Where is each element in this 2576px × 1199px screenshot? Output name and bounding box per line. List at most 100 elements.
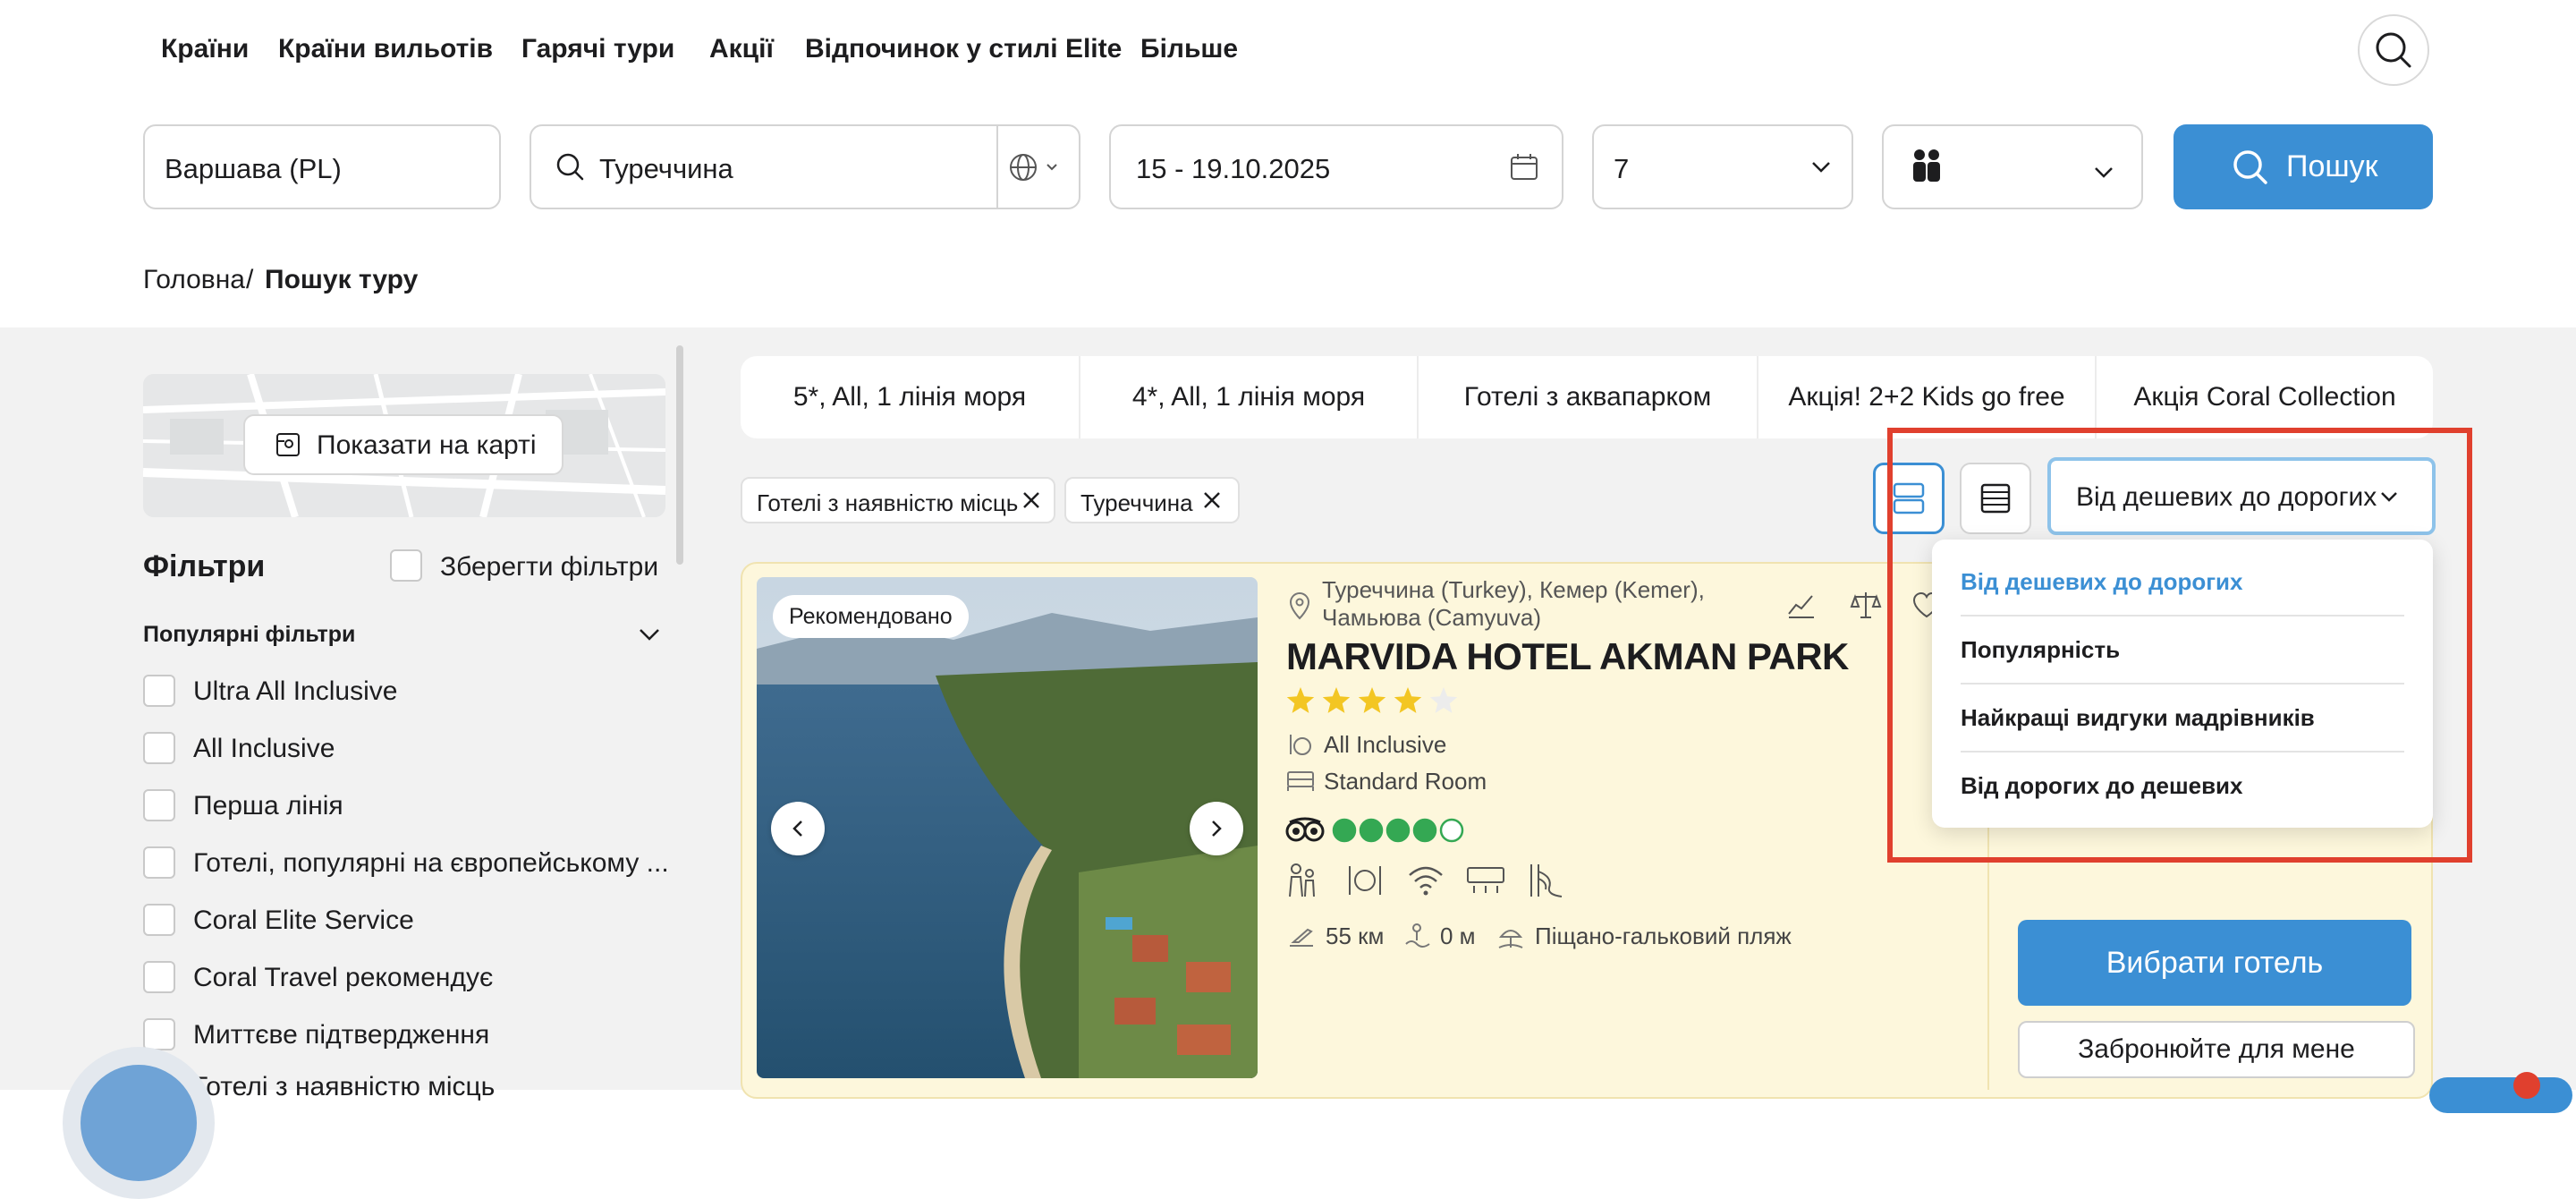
search-button[interactable]: Пошук <box>2174 124 2433 209</box>
beach-type: Піщано-гальковий пляж <box>1535 923 1792 949</box>
star-filled-icon <box>1286 687 1315 713</box>
tab-quick-filter[interactable]: 4*, All, 1 лінія моря <box>1080 356 1417 438</box>
chat-widget[interactable] <box>63 1047 215 1199</box>
filter-label: All Inclusive <box>193 734 335 763</box>
map-icon <box>276 433 300 456</box>
star-filled-icon <box>1322 687 1351 713</box>
photo-prev-button[interactable] <box>771 802 825 855</box>
airport-distance: 55 км <box>1326 923 1385 949</box>
show-on-map-button[interactable]: Показати на карті <box>243 414 564 475</box>
nights-select[interactable]: 7 <box>1592 124 1853 209</box>
beach-distance-icon <box>1405 923 1430 948</box>
rating-bubble-filled-icon <box>1332 818 1357 843</box>
filter-chip: Готелі з наявністю місць <box>741 477 1055 523</box>
nav-countries[interactable]: Країни <box>161 34 249 64</box>
nav-departure-countries[interactable]: Країни вильотів <box>278 34 493 64</box>
nav-promotions[interactable]: Акції <box>709 34 774 64</box>
popular-filters-title: Популярні фільтри <box>143 622 356 647</box>
search-icon <box>2376 32 2411 68</box>
photo-next-button[interactable] <box>1190 802 1243 855</box>
calendar-icon <box>1511 154 1538 180</box>
beach-type-icon <box>1498 930 1523 948</box>
breadcrumb-separator: / <box>246 265 254 294</box>
book-for-me-button[interactable]: Забронюйте для мене <box>2018 1021 2415 1078</box>
filter-checkbox[interactable] <box>143 846 175 879</box>
board-type: All Inclusive <box>1324 731 1447 758</box>
star-rating <box>1286 687 1458 713</box>
departure-field[interactable]: Варшава (PL) <box>143 124 501 209</box>
highlight-box <box>1887 428 2472 863</box>
dates-field[interactable]: 15 - 19.10.2025 <box>1109 124 1563 209</box>
filter-label: Миттєве підтвердження <box>193 1020 490 1050</box>
choose-hotel-button[interactable]: Вибрати готель <box>2018 920 2411 1006</box>
save-filters-checkbox[interactable] <box>390 549 422 582</box>
beach-distance: 0 м <box>1440 923 1476 949</box>
save-filters-label: Зберегти фільтри <box>440 552 659 582</box>
close-icon[interactable] <box>1021 490 1041 510</box>
chevron-down-icon <box>1812 162 1830 173</box>
filter-checkbox[interactable] <box>143 789 175 821</box>
nav-more[interactable]: Більше <box>1140 34 1238 64</box>
location-pin-icon <box>1289 591 1310 620</box>
hotel-photo[interactable] <box>757 577 1258 1078</box>
filter-checkbox[interactable] <box>143 1018 175 1050</box>
rating-bubble-empty-icon <box>1439 818 1464 843</box>
nav-hot-tours[interactable]: Гарячі тури <box>521 34 674 64</box>
kids-club-icon <box>1289 863 1315 897</box>
breadcrumb-current: Пошук туру <box>265 265 419 294</box>
filter-label: Готелі, популярні на європейському ... <box>193 848 669 878</box>
dates-value: 15 - 19.10.2025 <box>1136 153 1331 184</box>
tripadvisor-rating <box>1332 818 1464 843</box>
waterslide-icon <box>1530 864 1563 897</box>
filter-label: Coral Elite Service <box>193 906 414 935</box>
tab-quick-filter[interactable]: Акція! 2+2 Kids go free <box>1758 356 2095 438</box>
hotel-stars <box>1284 684 1463 719</box>
rating-bubble-filled-icon <box>1412 818 1437 843</box>
filter-checkbox[interactable] <box>143 732 175 764</box>
search-icon <box>556 153 584 181</box>
compare-icon[interactable] <box>1850 589 1882 621</box>
sidebar-scrollbar[interactable] <box>676 345 683 565</box>
chat-button[interactable] <box>2429 1072 2572 1113</box>
hotel-name[interactable]: MARVIDA HOTEL AKMAN PARK <box>1286 635 1849 678</box>
star-filled-icon <box>1358 687 1386 713</box>
filters-title: Фільтри <box>143 549 266 583</box>
star-filled-icon <box>1394 687 1422 713</box>
chevron-down-icon[interactable] <box>636 621 663 648</box>
meal-icon <box>1290 735 1311 755</box>
price-chart-icon[interactable] <box>1785 589 1818 621</box>
rating-bubble-filled-icon <box>1359 818 1384 843</box>
header-search-button[interactable] <box>2358 14 2429 86</box>
filter-label: Готелі з наявністю місць <box>193 1072 496 1101</box>
nav-elite[interactable]: Відпочинок у стилі Elite <box>805 34 1122 64</box>
filter-chip-label: Туреччина <box>1080 489 1193 516</box>
quick-filter-tabs: 5*, All, 1 лінія моря 4*, All, 1 лінія м… <box>741 356 2433 438</box>
tripadvisor-icon <box>1285 817 1325 842</box>
restaurant-icon <box>1349 866 1381 895</box>
filter-label: Ultra All Inclusive <box>193 676 398 706</box>
star-empty-icon <box>1429 687 1458 713</box>
filter-checkbox[interactable] <box>143 961 175 993</box>
departure-value: Варшава (PL) <box>165 153 342 184</box>
wifi-icon <box>1409 866 1443 896</box>
filter-chip: Туреччина <box>1064 477 1240 523</box>
filter-checkbox[interactable] <box>143 675 175 707</box>
filter-label: Перша лінія <box>193 791 343 821</box>
destination-field[interactable]: Туреччина <box>530 124 1080 209</box>
tab-quick-filter[interactable]: Готелі з аквапарком <box>1419 356 1757 438</box>
region-selector[interactable] <box>998 126 1079 208</box>
chevron-down-icon <box>1046 164 1057 171</box>
nights-value: 7 <box>1614 153 1630 184</box>
close-icon[interactable] <box>1202 490 1222 510</box>
tab-quick-filter[interactable]: Акція Coral Collection <box>2097 356 2433 438</box>
breadcrumb-home[interactable]: Головна <box>143 265 245 295</box>
air-conditioning-icon <box>1467 867 1504 893</box>
chevron-right-icon <box>1212 821 1222 837</box>
search-icon <box>2233 150 2267 184</box>
recommended-badge: Рекомендовано <box>773 595 969 638</box>
notification-badge <box>2513 1072 2540 1099</box>
show-on-map-label: Показати на карті <box>317 430 537 460</box>
tab-quick-filter[interactable]: 5*, All, 1 лінія моря <box>741 356 1079 438</box>
filter-checkbox[interactable] <box>143 904 175 936</box>
travelers-select[interactable] <box>1882 124 2143 209</box>
